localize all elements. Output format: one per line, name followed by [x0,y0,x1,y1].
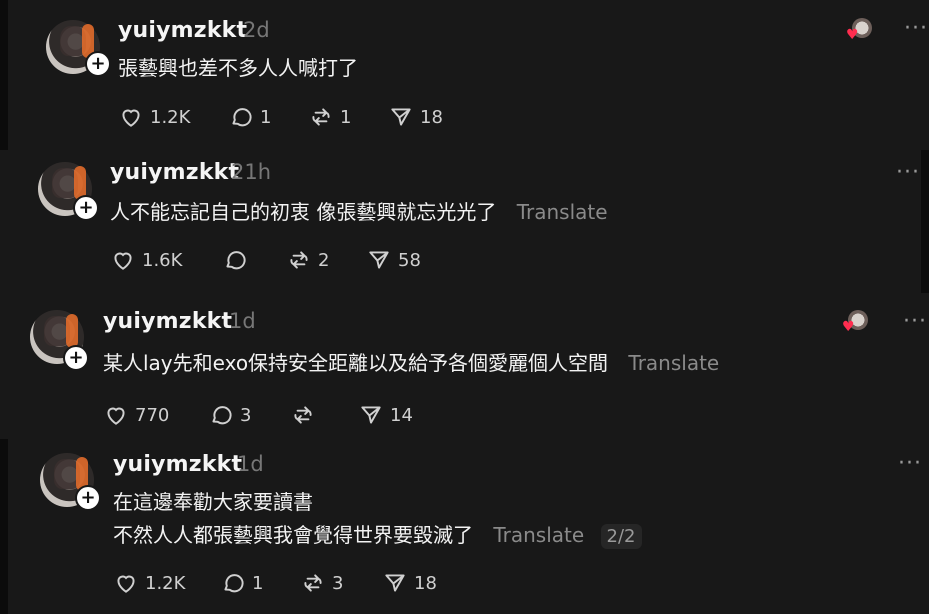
post-text-line: 在這邊奉勸大家要讀書 [113,490,313,514]
reply-count: 1 [260,106,272,128]
like-count: 1.2K [145,572,186,594]
repost-count: 2 [318,249,330,271]
post-text-line: 某人lay先和exo保持安全距離以及給予各個愛麗個人空間 [103,351,609,375]
share-count: 58 [398,249,421,271]
repost-icon [290,251,308,269]
share-button[interactable]: 58 [366,247,421,273]
reply-button[interactable] [222,247,254,273]
timestamp[interactable]: 1d [229,309,256,333]
reply-button[interactable]: 1 [220,570,263,596]
more-dots-icon[interactable]: ··· [903,309,927,334]
heart-icon: ♥ [846,27,859,43]
translate-link[interactable]: Translate [628,351,719,375]
comment-icon [212,406,232,425]
post-text: 張藝興也差不多人人喊打了 [118,52,358,81]
translate-link[interactable]: Translate [517,200,608,224]
username[interactable]: yuiymzkkt [110,160,239,185]
heart-icon [122,109,140,127]
repost-button[interactable]: 1 [308,104,351,130]
repost-count: 3 [332,572,344,594]
heart-icon: ♥ [842,319,855,335]
plus-icon[interactable]: + [63,345,89,371]
reply-count: 1 [252,572,264,594]
share-button[interactable]: 14 [358,402,413,428]
username[interactable]: yuiymzkkt [118,18,247,43]
like-button[interactable]: 770 [103,402,169,428]
reply-button[interactable]: 1 [228,104,271,130]
heart-icon [114,252,132,270]
comment-icon [226,251,246,270]
like-button[interactable]: 1.2K [113,570,185,596]
post-text: 人不能忘記自己的初衷 像張藝興就忘光光了 Translate [110,196,608,225]
send-icon [361,406,381,424]
post-2: + yuiymzkkt 21h 人不能忘記自己的初衷 像張藝興就忘光光了 Tra… [0,150,921,293]
username[interactable]: yuiymzkkt [103,309,232,334]
plus-icon[interactable]: + [75,485,101,511]
post-text-line: 不然人人都張藝興我會覺得世界要毀滅了 [113,523,473,547]
heart-icon [107,407,125,425]
translate-link[interactable]: Translate [493,523,584,547]
send-icon [385,574,405,592]
plus-icon[interactable]: + [85,51,111,77]
post-text-line: 張藝興也差不多人人喊打了 [118,56,358,80]
comment-icon [232,108,252,127]
more-dots-icon[interactable]: ··· [898,451,922,476]
reply-count: 3 [240,404,252,426]
comment-icon [224,574,244,593]
post-text-line: 人不能忘記自己的初衷 像張藝興就忘光光了 [110,200,497,224]
like-count: 1.2K [150,106,191,128]
share-button[interactable]: 18 [388,104,443,130]
page-indicator: 2/2 [600,524,642,549]
timestamp[interactable]: 1d [237,452,264,476]
repost-icon [294,406,312,424]
post-3: + yuiymzkkt 1d 某人lay先和exo保持安全距離以及給予各個愛麗個… [0,293,929,439]
reaction-avatar[interactable]: ♥ [846,18,872,44]
timestamp[interactable]: 21h [231,160,271,184]
share-button[interactable]: 18 [382,570,437,596]
post-4: + yuiymzkkt 1d 在這邊奉勸大家要讀書 不然人人都張藝興我會覺得世界… [8,439,929,614]
share-count: 18 [420,106,443,128]
reply-button[interactable]: 3 [208,402,251,428]
repost-button[interactable]: 2 [286,247,329,273]
reaction-avatar[interactable]: ♥ [842,310,868,336]
post-text: 在這邊奉勸大家要讀書 [113,486,313,515]
repost-icon [304,574,322,592]
repost-button[interactable]: 3 [300,570,343,596]
post-text: 不然人人都張藝興我會覺得世界要毀滅了 Translate 2/2 [113,519,642,549]
post-text: 某人lay先和exo保持安全距離以及給予各個愛麗個人空間 Translate [103,347,719,376]
username[interactable]: yuiymzkkt [113,452,242,477]
repost-count: 1 [340,106,352,128]
like-button[interactable]: 1.2K [118,104,190,130]
share-count: 18 [414,572,437,594]
like-count: 770 [135,404,170,426]
send-icon [391,108,411,126]
timestamp[interactable]: 2d [243,18,270,42]
share-count: 14 [390,404,413,426]
more-dots-icon[interactable]: ··· [896,160,920,185]
more-dots-icon[interactable]: ··· [904,16,928,41]
repost-icon [312,108,330,126]
post-1: + yuiymzkkt 2d 張藝興也差不多人人喊打了 ♥ ··· 1.2K 1… [8,0,929,150]
heart-icon [117,575,135,593]
repost-button[interactable] [290,402,322,428]
send-icon [369,251,389,269]
plus-icon[interactable]: + [73,195,99,221]
like-count: 1.6K [142,249,183,271]
like-button[interactable]: 1.6K [110,247,182,273]
